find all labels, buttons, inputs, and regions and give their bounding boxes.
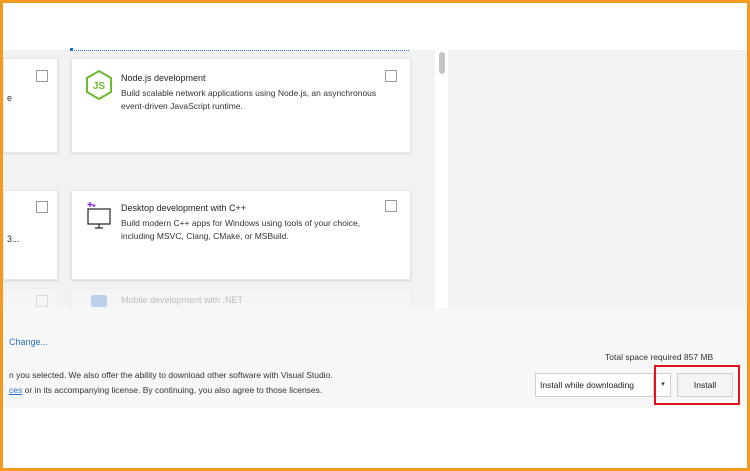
workload-title: Node.js development	[121, 73, 206, 83]
card-text-fragment: e	[7, 93, 13, 103]
desktop-cpp-icon	[85, 200, 113, 230]
legal-text-line-2: ces or in its accompanying license. By c…	[9, 385, 322, 395]
workload-description: Build modern C++ apps for Windows using …	[121, 218, 361, 241]
workload-title: Desktop development with C++	[121, 203, 247, 213]
card-text-fragment: 3...	[7, 234, 20, 244]
workload-checkbox[interactable]	[385, 200, 397, 212]
workload-checkbox[interactable]	[385, 70, 397, 82]
nodejs-icon: JS	[85, 69, 113, 101]
scrollbar-track[interactable]	[435, 50, 448, 308]
legal-text: n you selected. We also offer the abilit…	[9, 370, 333, 380]
workload-checkbox[interactable]	[36, 201, 48, 213]
workload-card-desktop-cpp[interactable]: Desktop development with C++ Build moder…	[71, 190, 411, 280]
total-space-label: Total space required 857 MB	[605, 352, 714, 362]
workload-title: Mobile development with .NET	[121, 295, 244, 305]
mobile-dotnet-icon	[85, 293, 113, 307]
details-pane	[448, 50, 747, 308]
scrollbar-thumb[interactable]	[439, 52, 445, 74]
workload-card-partial[interactable]: e	[3, 58, 58, 153]
legal-text-rest: or in its accompanying license. By conti…	[22, 385, 323, 395]
license-link[interactable]: ces	[9, 385, 22, 395]
workload-checkbox[interactable]	[36, 295, 48, 307]
workload-checkbox[interactable]	[36, 70, 48, 82]
highlight-annotation	[654, 365, 740, 405]
install-mode-select[interactable]: Install while downloading	[535, 373, 654, 397]
workload-card-nodejs[interactable]: JS Node.js development Build scalable ne…	[71, 58, 411, 153]
focus-marker	[70, 48, 73, 51]
svg-text:JS: JS	[93, 81, 106, 92]
workload-card-partial[interactable]: 3...	[3, 190, 58, 280]
workload-description: Build scalable network applications usin…	[121, 88, 377, 111]
focus-outline	[71, 50, 409, 51]
change-location-link[interactable]: Change...	[9, 337, 48, 347]
